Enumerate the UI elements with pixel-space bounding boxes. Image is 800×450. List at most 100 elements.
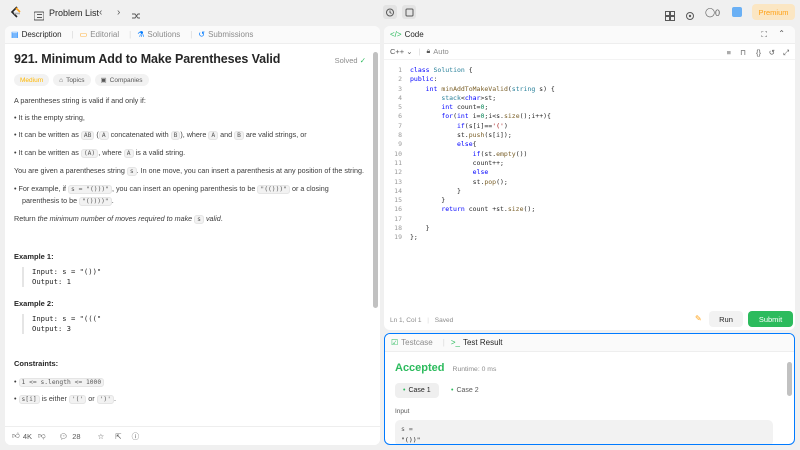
rule-item: • It is the empty string, (14, 113, 85, 122)
constraint-item: • s[i] is either '(' or ')'. (14, 394, 116, 404)
topics-button[interactable]: ⌂ Topics (53, 74, 91, 86)
share-icon[interactable]: ⇱ (115, 432, 121, 441)
code-tab-bar: </> Code ⛶ ⌃ (384, 26, 795, 44)
test-scrollbar[interactable] (787, 362, 792, 396)
debug-icon[interactable]: ✎ (695, 314, 702, 323)
settings-icon[interactable] (685, 8, 695, 26)
code-panel: </> Code ⛶ ⌃ C++ ⌄ | 🔒︎ Auto ≡ ⊓ {} ↺ ⤢ … (384, 26, 795, 330)
check-circle-icon: ✓ (359, 56, 366, 65)
description-scrollbar[interactable] (373, 52, 378, 308)
code-text: public: (410, 75, 438, 84)
tab-editorial[interactable]: ▭ Editorial (80, 30, 119, 39)
code-line[interactable]: 6 for(int i=0;i<s.size();i++){ (384, 112, 795, 121)
pass-dot: • (451, 387, 454, 394)
logo-icon[interactable] (10, 6, 22, 20)
tab-code[interactable]: </> Code (390, 30, 424, 39)
comment-icon[interactable]: 💬︎ (59, 432, 69, 441)
code-text: int count=0; (441, 103, 489, 112)
code-text: } (410, 186, 461, 195)
dislike-icon[interactable]: 👎︎ (38, 431, 46, 441)
layout-icon[interactable] (665, 8, 675, 26)
code-text: if(st.empty()) (472, 149, 528, 158)
submit-button[interactable]: Submit (748, 311, 793, 327)
left-tab-bar: ▤ Description | ▭ Editorial | ⚗ Solution… (5, 26, 380, 44)
code-line[interactable]: 11 count++; (384, 159, 795, 168)
companies-button[interactable]: ▣ Companies (94, 74, 149, 86)
favorite-icon[interactable]: ☆ (98, 432, 105, 441)
code-line[interactable]: 16 return count +st.size(); (384, 205, 795, 214)
maximize-icon[interactable]: ⛶ (761, 30, 767, 40)
code-line[interactable]: 13 st.pop(); (384, 178, 795, 187)
next-problem-icon[interactable]: › (117, 7, 120, 18)
return-text: Return the minimum number of moves requi… (14, 214, 223, 224)
description-panel: ▤ Description | ▭ Editorial | ⚗ Solution… (5, 26, 380, 445)
example2-block: Input: s = "(((" Output: 3 (22, 314, 366, 334)
tab-testcase[interactable]: ☑ Testcase (391, 338, 433, 347)
constraints-title: Constraints: (14, 359, 59, 368)
reset-icon[interactable]: ↺ (769, 48, 775, 57)
code-line[interactable]: 7 if(s[i]=='(') (384, 122, 795, 131)
input-value: "())" (401, 436, 421, 444)
braces-icon[interactable]: {} (756, 48, 761, 57)
test-tab-bar: ☑ Testcase | >_ Test Result (385, 334, 794, 352)
code-text: int minAddToMakeValid(string s) { (425, 84, 555, 93)
help-icon[interactable]: ⓘ (132, 431, 140, 442)
collapse-icon[interactable]: ⌃ (778, 29, 785, 38)
code-line[interactable]: 9 else{ (384, 140, 795, 149)
prev-problem-icon[interactable]: ‹ (99, 7, 102, 18)
tab-test-result[interactable]: >_ Test Result (451, 338, 503, 347)
code-line[interactable]: 4 stack<char>st; (384, 94, 795, 103)
case-1-tab[interactable]: • Case 1 (395, 383, 439, 398)
example2-output: Output: 3 (32, 324, 71, 333)
lock-icon: ▣ (100, 77, 107, 84)
streak-icon[interactable]: ◯ (705, 7, 715, 18)
code-line[interactable]: 1 class Solution { (384, 66, 795, 75)
case-2-tab[interactable]: • Case 2 (445, 383, 485, 398)
code-text: stack<char>st; (441, 93, 497, 102)
bookmark-icon[interactable]: ⊓ (740, 48, 746, 57)
move-text: You are given a parentheses string s. In… (14, 166, 364, 176)
code-line[interactable]: 5 int count=0; (384, 103, 795, 112)
code-line[interactable]: 15 } (384, 196, 795, 205)
code-line[interactable]: 17 (384, 215, 795, 224)
example-note: • For example, if s = "()))", you can in… (14, 183, 366, 207)
checkbox-icon: ☑ (391, 338, 399, 347)
example1-input: Input: s = "())" (32, 267, 102, 276)
store-icon[interactable] (732, 7, 742, 17)
code-line[interactable]: 3 int minAddToMakeValid(string s) { (384, 85, 795, 94)
code-text: for(int i=0;i<s.size();i++){ (441, 112, 551, 121)
intro-text: A parentheses string is valid if and onl… (14, 96, 146, 105)
run-button[interactable]: Run (709, 311, 743, 327)
code-editor[interactable]: 1 class Solution { 2 public: 3 int minAddT… (384, 60, 795, 243)
language-select[interactable]: C++ ⌄ (390, 47, 413, 56)
problem-title[interactable]: 921. Minimum Add to Make Parentheses Val… (14, 52, 366, 66)
code-line[interactable]: 12 else (384, 168, 795, 177)
code-text: } (410, 196, 446, 205)
code-line[interactable]: 8 st.push(s[i]); (384, 131, 795, 140)
code-line[interactable]: 14 } (384, 187, 795, 196)
code-text: }; (410, 233, 418, 242)
tab-solutions[interactable]: ⚗ Solutions (137, 30, 180, 39)
cursor-position: Ln 1, Col 1 (390, 317, 422, 324)
code-line[interactable]: 10 if(st.empty()) (384, 150, 795, 159)
code-line[interactable]: 2 public: (384, 75, 795, 84)
like-icon[interactable]: 👍︎ (12, 431, 20, 441)
code-line[interactable]: 19}; (384, 233, 795, 242)
premium-button[interactable]: Premium (752, 4, 795, 20)
difficulty-badge[interactable]: Medium (14, 74, 50, 86)
terminal-icon: >_ (450, 338, 460, 347)
input-value-box[interactable]: s = "())" (395, 420, 773, 444)
format-icon[interactable]: ≡ (727, 48, 731, 57)
notes-icon[interactable] (402, 5, 416, 19)
problem-list-icon[interactable] (33, 8, 45, 21)
shuffle-icon[interactable] (131, 8, 141, 26)
tab-submissions[interactable]: ↺ Submissions (198, 30, 253, 39)
result-line: Accepted Runtime: 0 ms (395, 362, 496, 374)
code-text: if(s[i]=='(') (456, 121, 508, 130)
code-line[interactable]: 18 } (384, 224, 795, 233)
problem-list-link[interactable]: Problem List (49, 8, 99, 18)
timer-icon[interactable] (383, 5, 397, 19)
tab-description[interactable]: ▤ Description (11, 30, 62, 39)
fullscreen-icon[interactable]: ⤢ (783, 48, 789, 58)
auto-mode[interactable]: Auto (433, 47, 448, 56)
